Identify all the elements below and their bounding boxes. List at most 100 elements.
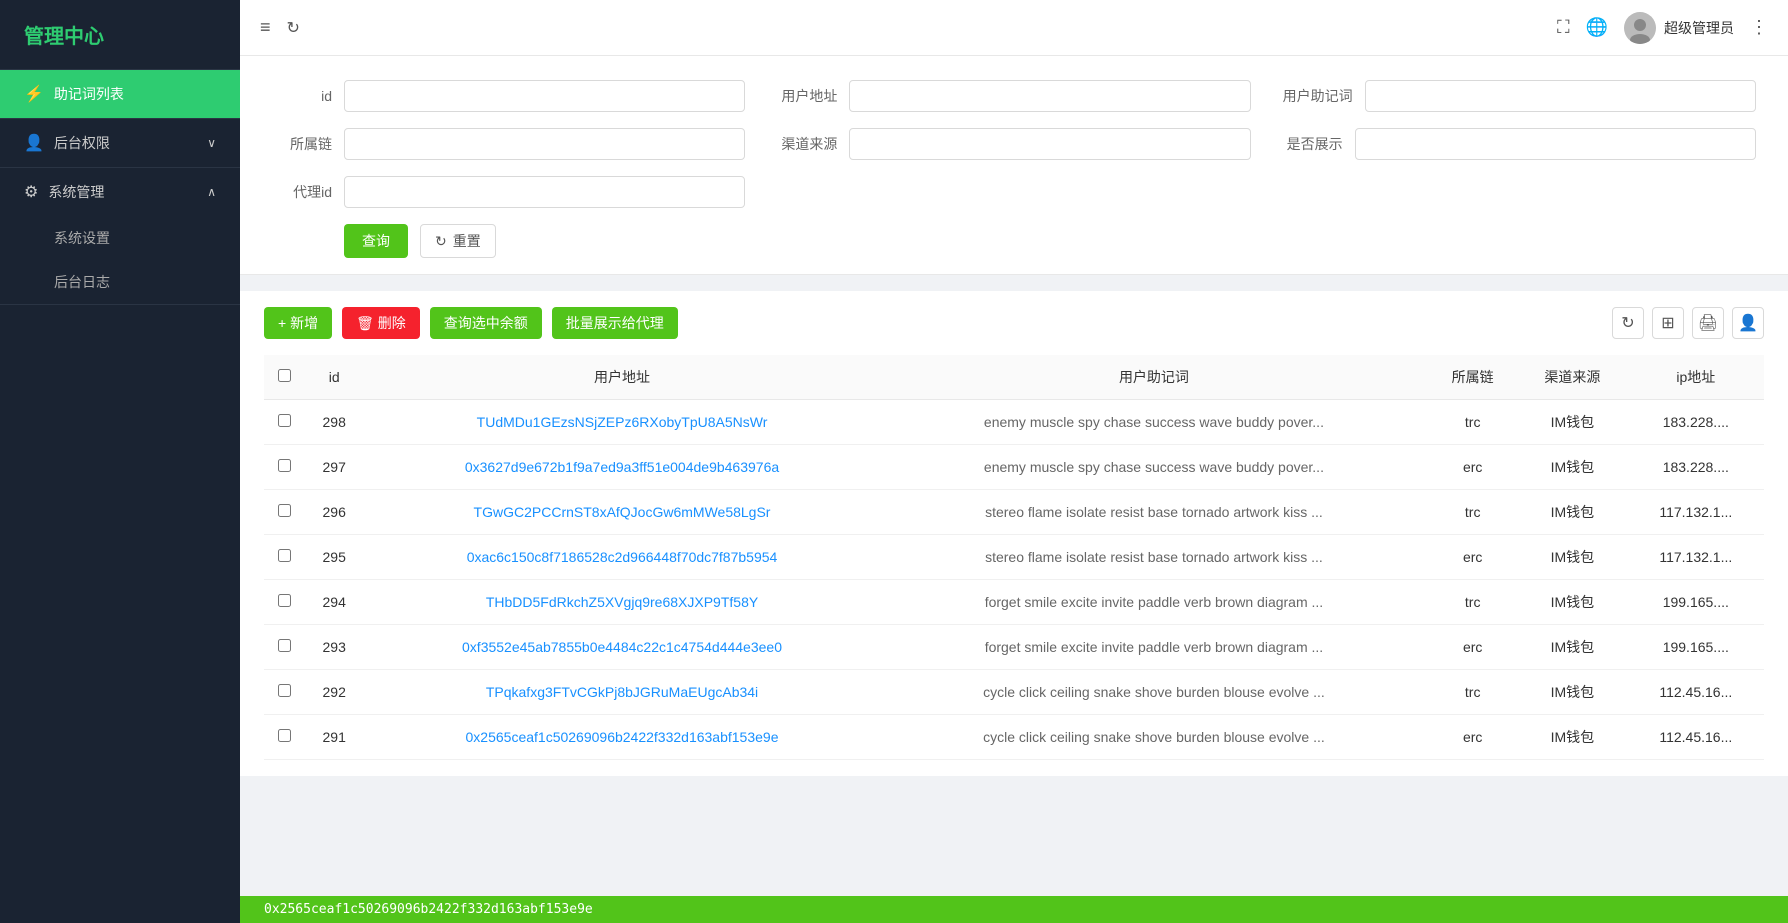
select-all-checkbox[interactable] [278, 369, 291, 382]
row-address-3[interactable]: 0xac6c150c8f7186528c2d966448f70dc7f87b59… [364, 535, 879, 580]
row-channel-2: IM钱包 [1517, 490, 1627, 535]
content-area: id 用户地址 用户助记词 所属链 渠道来源 [240, 56, 1788, 923]
filter-input-chain[interactable] [344, 128, 745, 160]
row-select-checkbox-2[interactable] [278, 504, 291, 517]
refresh-icon[interactable]: ↻ [287, 18, 300, 38]
filter-input-id[interactable] [344, 80, 745, 112]
menu-icon[interactable]: ≡ [260, 17, 271, 38]
row-id-2: 296 [304, 490, 364, 535]
row-checkbox-2 [264, 490, 304, 535]
row-id-7: 291 [304, 715, 364, 760]
sidebar-item-backend-log[interactable]: 后台日志 [0, 260, 240, 304]
row-id-4: 294 [304, 580, 364, 625]
filter-row-show-status: 是否展示 [1283, 128, 1756, 160]
row-select-checkbox-7[interactable] [278, 729, 291, 742]
row-ip-1: 183.228.... [1628, 445, 1764, 490]
row-select-checkbox-5[interactable] [278, 639, 291, 652]
hash-text: 0x2565ceaf1c50269096b2422f332d163abf153e… [264, 902, 593, 917]
filter-input-agent-id[interactable] [344, 176, 745, 208]
add-button[interactable]: + 新增 [264, 307, 332, 339]
table-header-row: id 用户地址 用户助记词 所属链 渠道来源 ip地址 [264, 355, 1764, 400]
filter-row-agent-id: 代理id [272, 176, 745, 208]
row-mnemonic-4: forget smile excite invite paddle verb b… [880, 580, 1429, 625]
table-row: 295 0xac6c150c8f7186528c2d966448f70dc7f8… [264, 535, 1764, 580]
address-link-1[interactable]: 0x3627d9e672b1f9a7ed9a3ff51e004de9b46397… [465, 459, 779, 475]
table-row: 298 TUdMDu1GEzsNSjZEPz6RXobyTpU8A5NsWr e… [264, 400, 1764, 445]
reset-button[interactable]: ↻ 重置 [420, 224, 496, 258]
filter-row-user-address: 用户地址 [777, 80, 1250, 112]
address-link-5[interactable]: 0xf3552e45ab7855b0e4484c22c1c4754d444e3e… [462, 639, 782, 655]
address-link-6[interactable]: TPqkafxg3FTvCGkPj8bJGRuMaEUgcAb34i [486, 684, 758, 700]
row-mnemonic-6: cycle click ceiling snake shove burden b… [880, 670, 1429, 715]
main-area: ≡ ↻ ⛶ 🌐 超级管理员 ⋮ [240, 0, 1788, 923]
more-icon[interactable]: ⋮ [1750, 17, 1768, 38]
address-link-2[interactable]: TGwGC2PCCrnST8xAfQJocGw6mMWe58LgSr [474, 504, 771, 520]
sidebar-item-backend-permission[interactable]: 👤 后台权限 ∨ [0, 119, 240, 167]
row-ip-0: 183.228.... [1628, 400, 1764, 445]
export-icon: 👤 [1738, 313, 1758, 333]
row-address-6[interactable]: TPqkafxg3FTvCGkPj8bJGRuMaEUgcAb34i [364, 670, 879, 715]
table-toolbar: + 新增 🗑 删除 查询选中余额 批量展示给代理 ↻ ⊞ 🖨 👤 [264, 307, 1764, 339]
row-select-checkbox-4[interactable] [278, 594, 291, 607]
row-address-2[interactable]: TGwGC2PCCrnST8xAfQJocGw6mMWe58LgSr [364, 490, 879, 535]
search-button[interactable]: 查询 [344, 224, 408, 258]
address-link-4[interactable]: THbDD5FdRkchZ5XVgjq9re68XJXP9Tf58Y [486, 594, 758, 610]
toolbar-export-button[interactable]: 👤 [1732, 307, 1764, 339]
address-link-0[interactable]: TUdMDu1GEzsNSjZEPz6RXobyTpU8A5NsWr [477, 414, 768, 430]
address-link-3[interactable]: 0xac6c150c8f7186528c2d966448f70dc7f87b59… [467, 549, 778, 565]
row-address-1[interactable]: 0x3627d9e672b1f9a7ed9a3ff51e004de9b46397… [364, 445, 879, 490]
sidebar-group-permission: 👤 后台权限 ∨ [0, 119, 240, 168]
sidebar-item-mnemonic-list[interactable]: ⚡ 助记词列表 [0, 70, 240, 118]
globe-icon[interactable]: 🌐 [1586, 17, 1608, 38]
topbar-user[interactable]: 超级管理员 [1624, 12, 1734, 44]
row-channel-1: IM钱包 [1517, 445, 1627, 490]
header-checkbox-col [264, 355, 304, 400]
toolbar-print-button[interactable]: 🖨 [1692, 307, 1724, 339]
row-address-5[interactable]: 0xf3552e45ab7855b0e4484c22c1c4754d444e3e… [364, 625, 879, 670]
header-user-mnemonic: 用户助记词 [880, 355, 1429, 400]
table-row: 292 TPqkafxg3FTvCGkPj8bJGRuMaEUgcAb34i c… [264, 670, 1764, 715]
row-channel-5: IM钱包 [1517, 625, 1627, 670]
row-channel-3: IM钱包 [1517, 535, 1627, 580]
row-channel-7: IM钱包 [1517, 715, 1627, 760]
row-ip-4: 199.165.... [1628, 580, 1764, 625]
row-checkbox-5 [264, 625, 304, 670]
row-checkbox-7 [264, 715, 304, 760]
toolbar-refresh-button[interactable]: ↻ [1612, 307, 1644, 339]
row-select-checkbox-6[interactable] [278, 684, 291, 697]
filter-actions: 查询 ↻ 重置 [344, 224, 1756, 258]
row-address-4[interactable]: THbDD5FdRkchZ5XVgjq9re68XJXP9Tf58Y [364, 580, 879, 625]
bottom-highlight-bar: 0x2565ceaf1c50269096b2422f332d163abf153e… [240, 896, 1788, 923]
row-select-checkbox-1[interactable] [278, 459, 291, 472]
batch-show-button[interactable]: 批量展示给代理 [552, 307, 678, 339]
delete-button[interactable]: 🗑 删除 [342, 307, 420, 339]
sidebar-item-system-settings[interactable]: 系统设置 [0, 216, 240, 260]
user-icon: 👤 [24, 133, 44, 153]
filter-label-chain: 所属链 [272, 134, 332, 154]
table-section: + 新增 🗑 删除 查询选中余额 批量展示给代理 ↻ ⊞ 🖨 👤 [240, 291, 1788, 776]
query-balance-button[interactable]: 查询选中余额 [430, 307, 542, 339]
filter-input-user-address[interactable] [849, 80, 1250, 112]
address-link-7[interactable]: 0x2565ceaf1c50269096b2422f332d163abf153e… [466, 729, 779, 745]
row-select-checkbox-0[interactable] [278, 414, 291, 427]
row-checkbox-3 [264, 535, 304, 580]
sidebar-item-system-management[interactable]: ⚙ 系统管理 ∧ [0, 168, 240, 216]
toolbar-columns-button[interactable]: ⊞ [1652, 307, 1684, 339]
filter-input-user-mnemonic[interactable] [1365, 80, 1756, 112]
row-checkbox-0 [264, 400, 304, 445]
topbar-right: ⛶ 🌐 超级管理员 ⋮ [1557, 12, 1768, 44]
row-channel-0: IM钱包 [1517, 400, 1627, 445]
power-icon: ⚡ [24, 84, 44, 104]
row-ip-3: 117.132.1... [1628, 535, 1764, 580]
filter-input-show-status[interactable] [1355, 128, 1756, 160]
filter-label-show-status: 是否展示 [1283, 134, 1343, 154]
fullscreen-icon[interactable]: ⛶ [1557, 17, 1570, 38]
chevron-down-icon: ∨ [207, 136, 216, 150]
row-select-checkbox-3[interactable] [278, 549, 291, 562]
columns-icon: ⊞ [1661, 313, 1674, 333]
row-chain-7: erc [1428, 715, 1517, 760]
row-address-0[interactable]: TUdMDu1GEzsNSjZEPz6RXobyTpU8A5NsWr [364, 400, 879, 445]
row-address-7[interactable]: 0x2565ceaf1c50269096b2422f332d163abf153e… [364, 715, 879, 760]
filter-input-channel[interactable] [849, 128, 1250, 160]
row-mnemonic-0: enemy muscle spy chase success wave budd… [880, 400, 1429, 445]
